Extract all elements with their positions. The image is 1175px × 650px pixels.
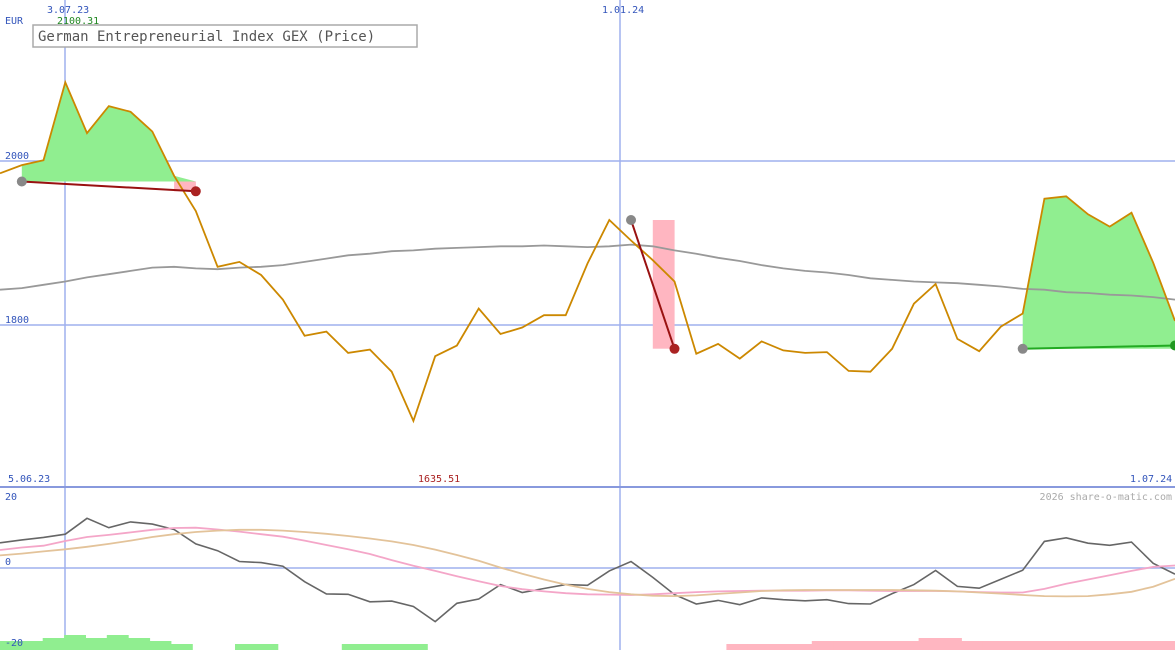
volume-loss-bar [790, 644, 813, 650]
price-line [0, 79, 1175, 424]
volume-loss-bar [1046, 641, 1069, 650]
gex-price-chart: EUR 3.07.23 2100.31 1.01.24 2000 1800 5.… [0, 0, 1175, 650]
currency-label: EUR [5, 16, 24, 27]
volume-gain-bar [42, 638, 65, 650]
volume-gain-bar [149, 641, 172, 650]
volume-gain-bar [64, 635, 86, 650]
volume-loss-bar [1132, 641, 1155, 650]
volume-loss-bar [769, 644, 791, 650]
osc-tick-0: 0 [5, 557, 11, 568]
volume-gain-bar [405, 644, 428, 650]
volume-loss-bar [1153, 641, 1175, 650]
volume-loss-bar [1089, 641, 1112, 650]
tick-labels: EUR 3.07.23 2100.31 1.01.24 2000 1800 5.… [5, 5, 1172, 649]
volume-gain-bar [170, 644, 193, 650]
volume-loss-bar [811, 641, 834, 650]
trade-loss-area-2 [652, 220, 675, 349]
volume-loss-bar [1068, 641, 1091, 650]
x-tick-1-01-24: 1.01.24 [602, 5, 644, 16]
volume-loss-bar [854, 641, 877, 650]
volume-loss-bar [747, 644, 770, 650]
volume-loss-bar [961, 641, 984, 650]
trade-fills [21, 82, 1175, 349]
trade-line-1 [21, 180, 196, 193]
volume-loss-bar [833, 641, 856, 650]
trade-gain-area-3 [1022, 196, 1175, 349]
y-tick-1800: 1800 [5, 315, 29, 326]
trade-entry-marker-1 [16, 176, 27, 187]
volume-gain-bar [85, 638, 108, 650]
volume-loss-bar [1025, 641, 1048, 650]
volume-loss-bar [940, 638, 962, 650]
volume-gain-bar [363, 644, 386, 650]
min-value-label: 1635.51 [418, 474, 460, 485]
volume-bars [0, 635, 1175, 650]
trade-exit-marker-1 [190, 186, 201, 197]
chart-title: German Entrepreneurial Index GEX (Price) [32, 24, 418, 48]
volume-gain-bar [384, 644, 407, 650]
trade-exit-marker-2 [669, 343, 680, 354]
volume-loss-bar [875, 641, 898, 650]
x-tick-3-07-23: 3.07.23 [47, 5, 89, 16]
osc-tick-20: 20 [5, 492, 17, 503]
volume-gain-bar [235, 644, 257, 650]
series-lines [0, 79, 1175, 623]
volume-loss-bar [1004, 641, 1026, 650]
volume-gain-bar [341, 644, 364, 650]
moving-average-line [0, 243, 1175, 301]
trade-entry-marker-2 [626, 215, 636, 225]
watermark: 2026 share-o-matic.com [1040, 492, 1172, 503]
osc-tick-minus-20: -20 [5, 638, 23, 649]
volume-loss-bar [726, 644, 749, 650]
volume-loss-bar [918, 638, 941, 650]
volume-gain-bar [106, 635, 129, 650]
x-range-start: 5.06.23 [8, 474, 50, 485]
volume-gain-bar [256, 644, 279, 650]
y-tick-2000: 2000 [5, 151, 29, 162]
volume-loss-bar [897, 641, 920, 650]
trade-entry-marker-3 [1017, 343, 1028, 354]
oscillator-slow-line [0, 528, 1175, 598]
volume-loss-bar [982, 641, 1005, 650]
title-text: German Entrepreneurial Index GEX (Price) [38, 29, 375, 45]
x-range-end: 1.07.24 [1130, 474, 1172, 485]
main-grid [0, 0, 1175, 650]
volume-loss-bar [1110, 641, 1133, 650]
volume-gain-bar [21, 641, 44, 650]
volume-gain-bar [128, 638, 151, 650]
